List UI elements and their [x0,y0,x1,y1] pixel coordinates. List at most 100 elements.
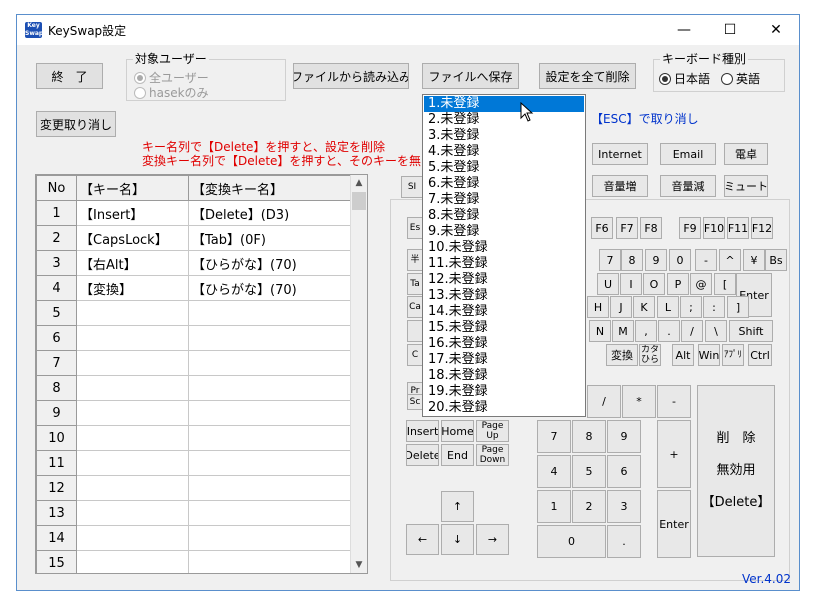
dropdown-item[interactable]: 6.未登録 [424,176,584,192]
table-row[interactable]: 6 [36,325,353,351]
numpad-key-0[interactable]: / [587,385,621,418]
numpad-key-3[interactable]: 7 [537,420,571,453]
table-row[interactable]: 15 [36,550,353,573]
cell-conv[interactable] [188,475,353,501]
numpad-key-10[interactable]: 1 [537,490,571,523]
dropdown-item[interactable]: 20.未登録 [424,400,584,416]
key-row5-4[interactable]: ｱﾌﾟﾘ [722,344,744,366]
key-row5-2[interactable]: Alt [672,344,694,366]
arrow-left-key[interactable]: ← [406,524,439,555]
media-key-3[interactable]: 音量増 [592,175,648,197]
key-row4-1[interactable]: M [612,320,634,342]
title-bar[interactable]: Key Swap KeySwap設定 — ☐ ✕ [17,15,799,45]
dropdown-item[interactable]: 11.未登録 [424,256,584,272]
key-row4-3[interactable]: . [658,320,680,342]
key-row5-0[interactable]: 変換 [606,344,638,366]
cell-key[interactable] [76,300,189,326]
function-key-f7[interactable]: F7 [616,217,638,239]
function-key-f9[interactable]: F9 [679,217,701,239]
key-row2-3[interactable]: P [667,273,689,295]
cell-conv[interactable] [188,525,353,551]
radio-english[interactable]: 英語 [721,70,760,87]
partial-key-8[interactable]: Sc [407,394,423,410]
cell-conv[interactable] [188,425,353,451]
dropdown-item[interactable]: 17.未登録 [424,352,584,368]
key-row1-7[interactable]: Bs [765,249,787,271]
function-key-f8[interactable]: F8 [640,217,662,239]
media-key-4[interactable]: 音量減 [660,175,716,197]
key-row3-5[interactable]: : [703,296,725,318]
dropdown-item[interactable]: 5.未登録 [424,160,584,176]
delete-all-button[interactable]: 設定を全て削除 [539,63,636,89]
dropdown-item[interactable]: 16.未登録 [424,336,584,352]
table-row[interactable]: 9 [36,400,353,426]
table-row[interactable]: 1 【Insert】 【Delete】(D3) [36,200,353,226]
cell-key[interactable]: 【Insert】 [76,200,189,226]
numpad-key-5[interactable]: 9 [607,420,641,453]
nav-key-5[interactable]: Page Down [476,444,509,466]
arrow-right-key[interactable]: → [476,524,509,555]
table-row[interactable]: 3 【右Alt】 【ひらがな】(70) [36,250,353,276]
key-row3-1[interactable]: J [610,296,632,318]
dropdown-item[interactable]: 2.未登録 [424,112,584,128]
numpad-key-13[interactable]: Enter [657,490,691,558]
numpad-key-9[interactable]: 6 [607,455,641,488]
media-key-5[interactable]: ミュート [724,175,768,197]
function-key-f11[interactable]: F11 [727,217,749,239]
maximize-button[interactable]: ☐ [707,15,753,45]
cell-conv[interactable] [188,325,353,351]
numpad-key-4[interactable]: 8 [572,420,606,453]
save-file-button[interactable]: ファイルへ保存 [422,63,519,89]
cell-key[interactable] [76,550,189,573]
exit-button[interactable]: 終 了 [36,63,103,89]
nav-key-1[interactable]: Home [441,420,474,442]
partial-key-1[interactable]: Es [407,217,423,239]
partial-key-0[interactable]: SI [401,176,423,198]
scroll-down-icon[interactable]: ▼ [351,557,367,573]
numpad-key-14[interactable]: 0 [537,525,606,558]
numpad-key-6[interactable]: + [657,420,691,488]
dropdown-item[interactable]: 9.未登録 [424,224,584,240]
key-row2-4[interactable]: @ [690,273,712,295]
numpad-key-11[interactable]: 2 [572,490,606,523]
table-row[interactable]: 14 [36,525,353,551]
arrow-up-key[interactable]: ↑ [441,491,474,522]
table-row[interactable]: 2 【CapsLock】 【Tab】(0F) [36,225,353,251]
numpad-key-15[interactable]: . [607,525,641,558]
table-row[interactable]: 8 [36,375,353,401]
close-button[interactable]: ✕ [753,15,799,45]
numpad-key-2[interactable]: - [657,385,691,418]
cell-key[interactable] [76,425,189,451]
key-row5-5[interactable]: Ctrl [748,344,772,366]
key-slot-dropdown[interactable]: 1.未登録 2.未登録 3.未登録 4.未登録 5.未登録 6.未登録 7.未登録 8.未登録… [422,94,586,417]
cell-conv[interactable] [188,450,353,476]
media-key-2[interactable]: 電卓 [724,143,768,165]
dropdown-item[interactable]: 15.未登録 [424,320,584,336]
dropdown-item[interactable]: 18.未登録 [424,368,584,384]
numpad-key-7[interactable]: 4 [537,455,571,488]
key-row5-1[interactable]: カタ ひら [639,344,661,366]
key-row1-5[interactable]: ^ [719,249,741,271]
arrow-down-key[interactable]: ↓ [441,524,474,555]
cell-conv[interactable]: 【ひらがな】(70) [188,250,353,276]
key-row1-0[interactable]: 7 [599,249,621,271]
key-row1-1[interactable]: 8 [621,249,643,271]
dropdown-item[interactable]: 1.未登録 [424,96,584,112]
cell-key[interactable]: 【右Alt】 [76,250,189,276]
cell-key[interactable]: 【変換】 [76,275,189,301]
nav-key-2[interactable]: Page Up [476,420,509,442]
dropdown-item[interactable]: 12.未登録 [424,272,584,288]
table-row[interactable]: 4 【変換】 【ひらがな】(70) [36,275,353,301]
scroll-thumb[interactable] [352,192,366,210]
media-key-1[interactable]: Email [660,143,716,165]
numpad-key-8[interactable]: 5 [572,455,606,488]
key-mapping-grid[interactable]: No 【キー名】 【変換キー名】 1 【Insert】 【Delete】(D3) 2 【… [35,174,368,574]
partial-key-3[interactable]: Ta [407,273,423,295]
key-row2-2[interactable]: O [643,273,665,295]
undo-changes-button[interactable]: 変更取り消し [36,111,116,137]
dropdown-item[interactable]: 3.未登録 [424,128,584,144]
cell-conv[interactable] [188,500,353,526]
cell-key[interactable] [76,475,189,501]
key-row3-4[interactable]: ; [680,296,702,318]
dropdown-item[interactable]: 19.未登録 [424,384,584,400]
